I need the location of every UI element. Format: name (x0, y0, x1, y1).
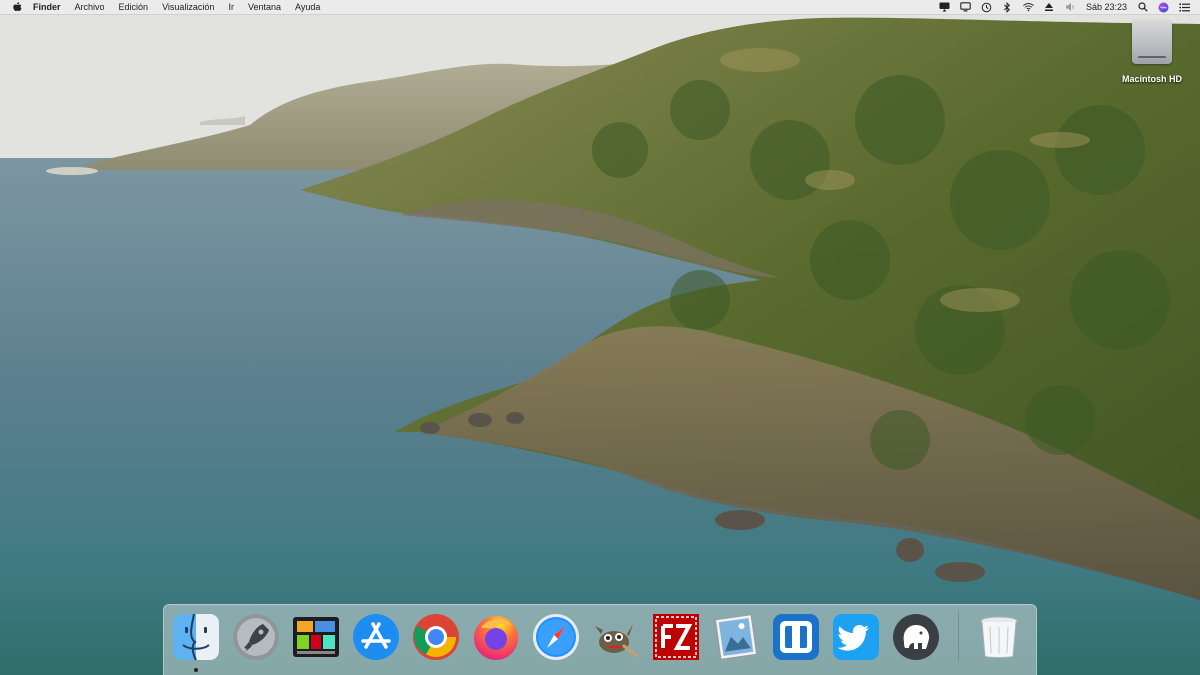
sublime-text-icon (773, 614, 819, 660)
firefox-icon (474, 616, 518, 660)
notification-center-icon[interactable] (1179, 2, 1190, 13)
dock (163, 604, 1037, 675)
display-icon[interactable] (960, 2, 971, 13)
menu-ayuda[interactable]: Ayuda (288, 0, 327, 14)
dock-mission-control[interactable] (290, 611, 342, 663)
dock-launchpad[interactable] (230, 611, 282, 663)
siri-icon[interactable] (1158, 2, 1169, 13)
dock-gimp[interactable] (590, 611, 642, 663)
menu-bar: Finder Archivo Edición Visualización Ir … (0, 0, 1200, 14)
menubar-clock[interactable]: Sáb 23:23 (1086, 2, 1127, 12)
eject-icon[interactable] (1044, 2, 1055, 13)
spotlight-icon[interactable] (1137, 2, 1148, 13)
menu-visualizacion[interactable]: Visualización (155, 0, 221, 14)
macintosh-hd-desktop-icon[interactable]: Macintosh HD (1112, 20, 1192, 84)
app-store-icon (353, 614, 399, 660)
screen-mirroring-icon[interactable] (939, 2, 950, 13)
apple-menu-icon[interactable] (12, 1, 22, 13)
coastal-landscape-image (0, 0, 1200, 675)
bluetooth-icon[interactable] (1002, 1, 1013, 13)
preview-icon (714, 614, 758, 660)
dock-separator (958, 611, 959, 661)
hard-drive-icon (1132, 20, 1172, 64)
filezilla-icon (653, 614, 699, 660)
menu-ventana[interactable]: Ventana (241, 0, 288, 14)
safari-icon (533, 614, 579, 660)
dock-finder[interactable] (170, 611, 222, 672)
app-menu-finder[interactable]: Finder (26, 0, 68, 14)
gimp-icon (595, 624, 639, 658)
trash-icon (980, 616, 1018, 658)
chrome-icon (413, 614, 459, 660)
twitter-icon (833, 614, 879, 660)
dock-google-chrome[interactable] (410, 611, 462, 663)
dock-tableplus[interactable] (890, 611, 942, 663)
dock-sublime-text[interactable] (770, 611, 822, 663)
menu-edicion[interactable]: Edición (112, 0, 156, 14)
dock-trash[interactable] (973, 611, 1025, 663)
dock-filezilla[interactable] (650, 611, 702, 663)
desktop-wallpaper (0, 0, 1200, 675)
finder-icon (173, 613, 219, 661)
volume-icon[interactable] (1065, 2, 1076, 13)
mission-control-icon (293, 617, 339, 657)
menu-ir[interactable]: Ir (221, 0, 241, 14)
dock-twitter[interactable] (830, 611, 882, 663)
launchpad-rocket-icon (233, 614, 279, 660)
elephant-app-icon (893, 614, 939, 660)
running-indicator (194, 668, 198, 672)
time-machine-icon[interactable] (981, 2, 992, 13)
dock-app-store[interactable] (350, 611, 402, 663)
menu-archivo[interactable]: Archivo (68, 0, 112, 14)
dock-preview[interactable] (710, 611, 762, 663)
wifi-icon[interactable] (1023, 2, 1034, 13)
dock-firefox[interactable] (470, 611, 522, 663)
desktop-icon-label: Macintosh HD (1121, 74, 1182, 84)
dock-safari[interactable] (530, 611, 582, 663)
